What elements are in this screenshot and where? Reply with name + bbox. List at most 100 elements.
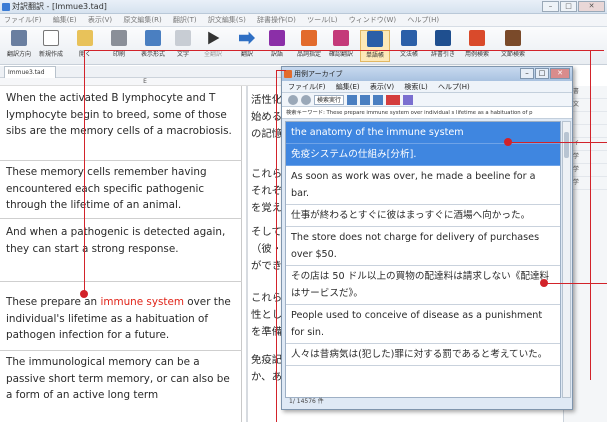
tool-translate-all-button[interactable]: 全翻訳 (198, 30, 228, 62)
search-execute-button[interactable]: 検索実行 (314, 94, 345, 105)
callout-line (276, 70, 286, 71)
callout-dot (80, 290, 88, 298)
and-search-icon[interactable] (403, 94, 414, 105)
archive-menu-edit[interactable]: 編集(E) (336, 83, 360, 91)
menu-target-edit[interactable]: 訳文編集(S) (208, 16, 246, 24)
maximize-button[interactable]: □ (560, 1, 577, 12)
menubar: ファイル(F) 編集(E) 表示(V) 原文編集(R) 翻訳(T) 訳文編集(S… (0, 14, 607, 27)
document-tab-label: Immue3.tad (8, 69, 45, 76)
archive-menu-help[interactable]: ヘルプ(H) (438, 83, 470, 91)
segment-divider (0, 218, 242, 219)
highlight-toggle-icon[interactable] (386, 94, 401, 105)
ruler-marker: E (143, 78, 147, 85)
tool-pos-button[interactable]: 品詞指定 (294, 30, 324, 62)
filter-icon[interactable] (373, 94, 384, 105)
tool-dictionary-button[interactable]: 辞書引き (428, 30, 458, 62)
callout-line (84, 50, 85, 294)
segment-text: These prepare an (6, 296, 101, 308)
archive-status: 1/ 14576 件 (289, 398, 324, 405)
archive-close-button[interactable]: ✕ (550, 68, 570, 79)
tool-word-button[interactable]: 訳語 (262, 30, 292, 62)
tool-grammar-button[interactable]: 文法帳 (394, 30, 424, 62)
example-entry-en[interactable]: the anatomy of the immune system (286, 122, 560, 144)
tool-font-button[interactable]: 文字 (168, 30, 198, 62)
archive-minimize-button[interactable]: – (520, 68, 534, 79)
example-entry-en[interactable]: The store does not charge for delivery o… (286, 227, 560, 266)
example-entry-en[interactable]: People used to conceive of disease as a … (286, 305, 560, 344)
tool-new-button[interactable]: 新規作成 (36, 30, 66, 62)
window-title: 対訳翻訳 - [Immue3.tad] (12, 2, 107, 11)
example-icon (469, 30, 485, 46)
close-button[interactable]: ✕ (578, 1, 605, 12)
source-segment[interactable]: These memory cells remember having encou… (6, 164, 238, 214)
phrase-icon (505, 30, 521, 46)
example-entry-ja[interactable]: 仕事が終わるとすぐに彼はまっすぐに酒場へ向かった。 (286, 205, 560, 227)
play-icon (208, 31, 220, 45)
menu-view[interactable]: 表示(V) (88, 16, 112, 24)
menu-edit[interactable]: 編集(E) (53, 16, 77, 24)
layout-icon (145, 30, 161, 46)
archive-app-icon (284, 70, 292, 78)
grammar-icon (401, 30, 417, 46)
window-controls: – □ ✕ (542, 1, 605, 12)
archive-menu-file[interactable]: ファイル(F) (288, 83, 326, 91)
menu-tools[interactable]: ツール(L) (307, 16, 337, 24)
tool-display-button[interactable]: 表示形式 (138, 30, 168, 62)
segment-divider (0, 160, 242, 161)
tool-open-button[interactable]: 開く (70, 30, 100, 62)
menu-file[interactable]: ファイル(F) (4, 16, 42, 24)
menu-dictionary[interactable]: 辞書操作(D) (257, 16, 296, 24)
source-segment[interactable]: The immunological memory can be a passiv… (6, 354, 238, 404)
menu-window[interactable]: ウィンドウ(W) (349, 16, 396, 24)
tool-direction-button[interactable]: 翻訳方向 (4, 30, 34, 62)
example-list[interactable]: the anatomy of the immune system 免疫システムの… (285, 121, 561, 398)
callout-line (276, 70, 277, 422)
tool-translate-button[interactable]: 翻訳 (232, 30, 262, 62)
copy-icon[interactable] (347, 94, 358, 105)
example-entry-ja[interactable]: 人々は昔病気は(犯した)罪に対する罰であると考えていた。 (286, 344, 560, 366)
tool-wordbook-button[interactable]: 単語帳 (360, 30, 390, 62)
wordbook-icon (367, 31, 383, 47)
example-list-scrollbar[interactable] (562, 121, 571, 398)
menu-help[interactable]: ヘルプ(H) (407, 16, 439, 24)
source-segment[interactable]: When the activated B lymphocyte and T ly… (6, 90, 238, 140)
document-tab[interactable]: Immue3.tad (4, 66, 56, 78)
copy-ja-icon[interactable] (360, 94, 371, 105)
check-translate-icon (333, 30, 349, 46)
example-archive-window[interactable]: 用例アーカイブ – □ ✕ ファイル(F) 編集(E) 表示(V) 検索(L) … (281, 66, 573, 410)
tool-check-button[interactable]: 確認翻訳 (326, 30, 356, 62)
menu-source-edit[interactable]: 原文編集(R) (123, 16, 161, 24)
callout-line (84, 50, 604, 51)
direction-icon (11, 30, 27, 46)
forward-icon[interactable] (301, 94, 311, 105)
archive-toolbar: 検索実行 (282, 93, 572, 107)
source-segment[interactable]: And when a pathogenic is detected again,… (6, 224, 238, 257)
callout-line (544, 283, 607, 284)
source-segment-selected[interactable]: These prepare an immune system over the … (6, 294, 238, 344)
example-entry-ja[interactable]: 免疫システムの仕組み[分析]. (286, 144, 560, 166)
archive-menubar: ファイル(F) 編集(E) 表示(V) 検索(L) ヘルプ(H) (282, 81, 572, 93)
tool-example-button[interactable]: 用例検索 (462, 30, 492, 62)
tool-print-button[interactable]: 印刷 (104, 30, 134, 62)
search-keyword-field[interactable]: 検索キーワード: These prepare immune system ove… (282, 107, 572, 119)
tool-phrase-button[interactable]: 文節検索 (498, 30, 528, 62)
highlighted-term[interactable]: immune system (100, 296, 184, 308)
scrollbar-thumb[interactable] (564, 132, 569, 158)
word-icon (269, 30, 285, 46)
archive-maximize-button[interactable]: □ (535, 68, 549, 79)
archive-menu-search[interactable]: 検索(L) (404, 83, 427, 91)
example-entry-en[interactable]: As soon as work was over, he made a beel… (286, 166, 560, 205)
example-entry-ja[interactable]: その店は 50 ドル以上の買物の配達料は請求しない《配達料はサービスだ》。 (286, 266, 560, 305)
dictionary-icon (435, 30, 451, 46)
menu-translate[interactable]: 翻訳(T) (173, 16, 197, 24)
app-icon (2, 3, 10, 11)
archive-menu-view[interactable]: 表示(V) (370, 83, 394, 91)
document-tabbar: Immue3.tad (0, 66, 300, 78)
source-text-pane[interactable]: When the activated B lymphocyte and T ly… (0, 86, 242, 422)
minimize-button[interactable]: – (542, 1, 559, 12)
ruler: E (0, 78, 290, 86)
back-icon[interactable] (288, 94, 298, 105)
archive-titlebar[interactable]: 用例アーカイブ – □ ✕ (282, 67, 572, 81)
callout-line (590, 50, 591, 380)
main-titlebar: 対訳翻訳 - [Immue3.tad] – □ ✕ (0, 0, 607, 14)
